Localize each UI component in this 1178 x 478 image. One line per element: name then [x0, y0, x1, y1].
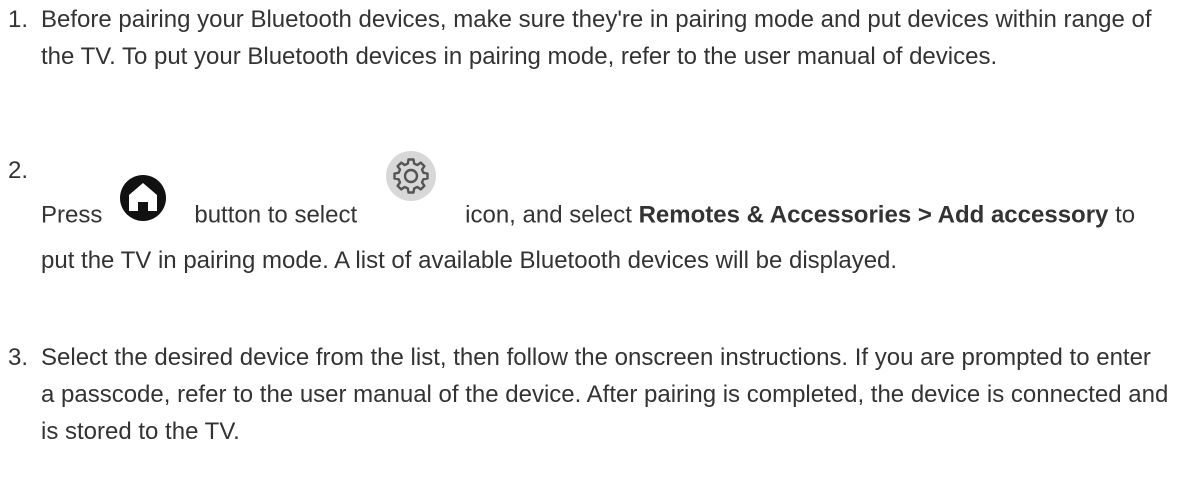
step-text: Before pairing your Bluetooth devices, m… [41, 6, 1152, 70]
step-text: Press button to select icon, and select Re… [41, 150, 1170, 279]
list-item-step-1: 1. Before pairing your Bluetooth devices… [0, 1, 1170, 75]
step-number: 2. [8, 157, 29, 184]
step-text: Select the desired device from the list,… [41, 344, 1169, 445]
settings-gear-icon [385, 150, 437, 202]
button-to-select-text: button to select [194, 201, 358, 229]
step-number: 1. [8, 6, 29, 33]
icon-and-select-text: icon, and select [465, 201, 632, 229]
step-number: 3. [8, 344, 29, 371]
instruction-list: 1. Before pairing your Bluetooth devices… [0, 0, 1178, 478]
home-button-icon [118, 173, 168, 223]
list-item-step-3: 3. Select the desired device from the li… [0, 339, 1170, 450]
press-text: Press [41, 201, 103, 229]
menu-path: Remotes & Accessories > Add accessory [638, 201, 1109, 229]
list-item-step-2: 2. Press button to select icon, and select… [0, 150, 1170, 279]
